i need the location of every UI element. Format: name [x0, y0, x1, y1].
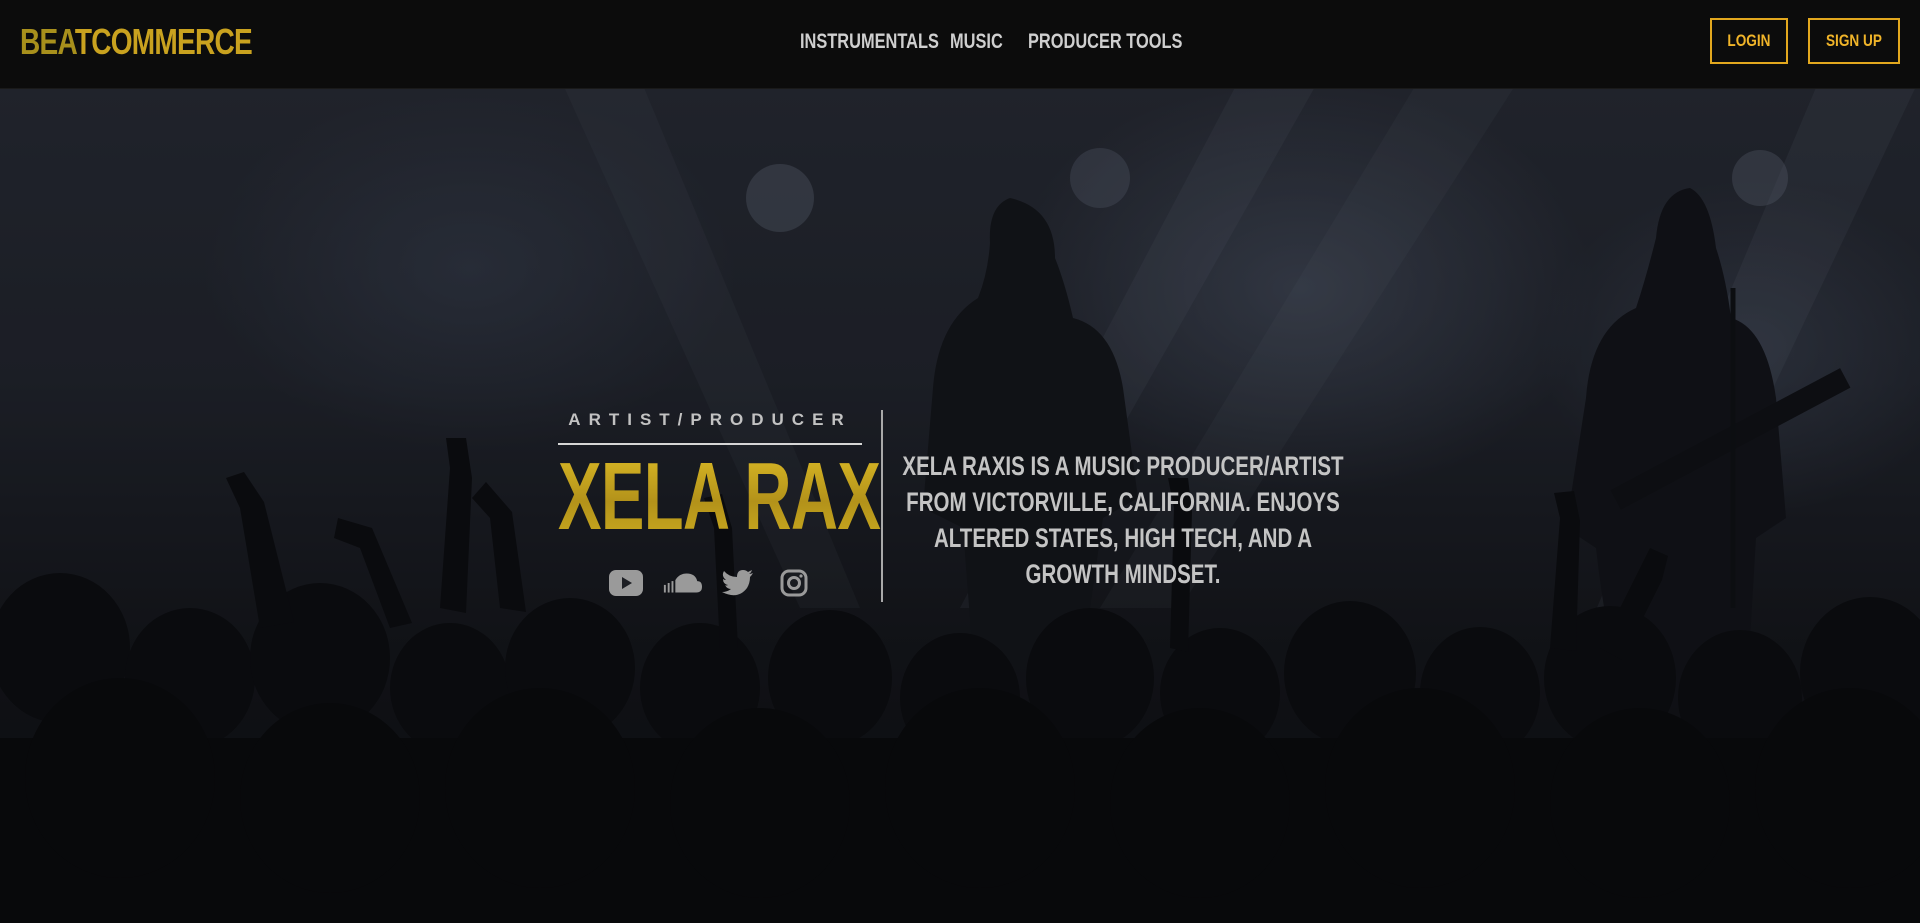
artist-bio-text: XELA RAXIS IS A MUSIC PRODUCER/ARTIST FR…: [902, 451, 1344, 589]
youtube-icon[interactable]: [606, 566, 646, 600]
artist-bio: XELA RAXIS IS A MUSIC PRODUCER/ARTIST FR…: [884, 448, 1362, 592]
twitter-icon[interactable]: [718, 566, 758, 600]
brand-logo-part2: TCOMMERCE: [74, 21, 253, 62]
top-navbar: BEATCOMMERCE INSTRUMENTALS MUSIC PRODUCE…: [0, 0, 1920, 89]
artist-role-subtitle: ARTIST/PRODUCER: [568, 410, 852, 429]
signup-button[interactable]: SIGN UP: [1808, 18, 1900, 64]
brand-logo[interactable]: BEATCOMMERCE: [20, 20, 253, 64]
nav-link-music[interactable]: MUSIC: [950, 28, 1003, 56]
vertical-divider: [881, 410, 883, 602]
social-links: [606, 566, 814, 600]
nav-link-instrumentals[interactable]: INSTRUMENTALS: [800, 28, 939, 56]
login-button[interactable]: LOGIN: [1710, 18, 1788, 64]
page: BEATCOMMERCE INSTRUMENTALS MUSIC PRODUCE…: [0, 0, 1920, 923]
nav-links: INSTRUMENTALS MUSIC PRODUCER TOOLS: [800, 28, 1182, 56]
nav-link-producer-tools[interactable]: PRODUCER TOOLS: [1028, 28, 1182, 56]
artist-name-heading: XELA RAX: [558, 449, 881, 545]
brand-logo-part1: BEA: [20, 21, 76, 62]
artist-name-text: XELA RAX: [558, 443, 881, 550]
signup-button-label: SIGN UP: [1826, 31, 1882, 50]
instagram-icon[interactable]: [774, 566, 814, 600]
login-button-label: LOGIN: [1727, 31, 1771, 50]
soundcloud-icon[interactable]: [662, 566, 702, 600]
